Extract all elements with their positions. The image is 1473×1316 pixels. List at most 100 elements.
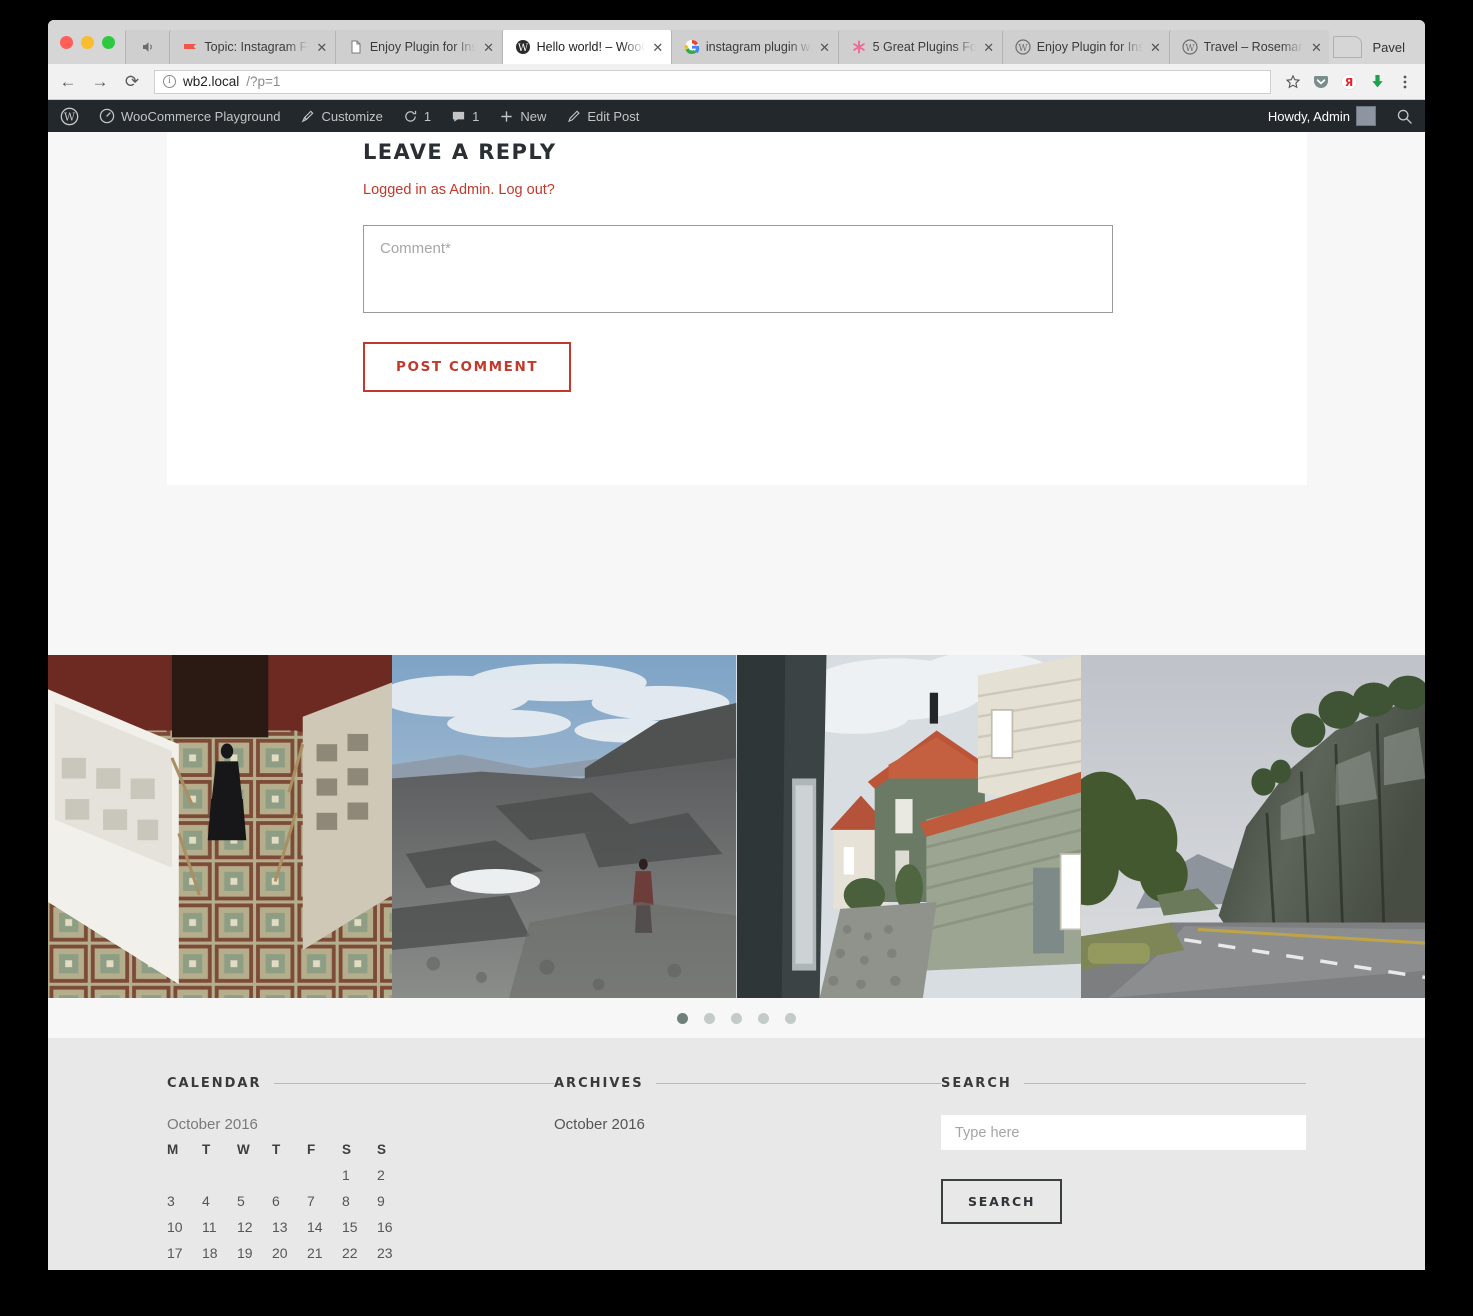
tab-audio-indicator[interactable] xyxy=(125,30,169,64)
calendar-caption: October 2016 xyxy=(167,1116,554,1133)
tab-topic-instagram[interactable]: Topic: Instagram Fe ✕ xyxy=(169,30,334,64)
tab-travel-rosemary[interactable]: W Travel – Rosemary ✕ xyxy=(1169,30,1330,64)
adminbar-wp-logo[interactable]: W xyxy=(50,100,89,132)
tab-close-icon[interactable]: ✕ xyxy=(982,41,996,54)
pocket-icon[interactable] xyxy=(1309,70,1333,94)
calendar-day: 23 xyxy=(377,1245,412,1270)
svg-text:W: W xyxy=(1018,44,1028,54)
calendar-day: 20 xyxy=(272,1245,307,1270)
adminbar-search-button[interactable] xyxy=(1386,100,1423,132)
google-icon xyxy=(684,39,700,55)
maximize-window-button[interactable] xyxy=(102,36,115,49)
search-input[interactable] xyxy=(941,1115,1306,1150)
tab-title: Enjoy Plugin for Inst xyxy=(1037,40,1143,54)
calendar-day: 21 xyxy=(307,1245,342,1270)
calendar-weekday: T xyxy=(202,1142,237,1167)
wordpress-logo-icon: W xyxy=(60,107,79,126)
gallery-dot-2[interactable] xyxy=(704,1013,715,1024)
post-comment-button[interactable]: POST COMMENT xyxy=(363,342,571,392)
calendar-day xyxy=(237,1167,272,1193)
archives-widget-title: ARCHIVES xyxy=(554,1076,644,1091)
calendar-week-row: 1 2 xyxy=(167,1167,412,1193)
profile-button[interactable]: Pavel xyxy=(1362,37,1415,58)
tab-title: Hello world! – WooC xyxy=(537,40,645,54)
adminbar-howdy-label: Howdy, Admin xyxy=(1268,110,1350,123)
tab-title: 5 Great Plugins For xyxy=(873,40,976,54)
gallery-dot-1[interactable] xyxy=(677,1013,688,1024)
comment-respond-section: LEAVE A REPLY Logged in as Admin. Log ou… xyxy=(167,132,1307,392)
adminbar-updates[interactable]: 1 xyxy=(393,100,441,132)
gallery-dot-4[interactable] xyxy=(758,1013,769,1024)
gallery-image-road-cliff[interactable] xyxy=(1081,655,1425,998)
adminbar-right-group: Howdy, Admin xyxy=(1258,100,1423,132)
calendar-day: 6 xyxy=(272,1193,307,1219)
card-bottom-spacer xyxy=(167,392,1307,485)
tab-close-icon[interactable]: ✕ xyxy=(818,41,832,54)
tab-close-icon[interactable]: ✕ xyxy=(651,41,665,54)
url-path: /?p=1 xyxy=(246,74,280,89)
omnibox-toolbar: ← → ⟳ i wb2.local/?p=1 Я xyxy=(48,64,1425,100)
calendar-widget-header: CALENDAR xyxy=(167,1076,554,1091)
tab-close-icon[interactable]: ✕ xyxy=(1309,41,1323,54)
calendar-weekday-row: M T W T F S S xyxy=(167,1142,412,1167)
address-bar[interactable]: i wb2.local/?p=1 xyxy=(154,70,1271,94)
calendar-day xyxy=(167,1167,202,1193)
adminbar-my-account[interactable]: Howdy, Admin xyxy=(1258,100,1386,132)
new-tab-button[interactable] xyxy=(1333,36,1362,58)
adminbar-edit-post[interactable]: Edit Post xyxy=(556,100,649,132)
adminbar-comments[interactable]: 1 xyxy=(441,100,489,132)
tab-close-icon[interactable]: ✕ xyxy=(315,41,329,54)
site-info-icon[interactable]: i xyxy=(163,75,176,88)
adminbar-new[interactable]: New xyxy=(489,100,556,132)
adminbar-edit-post-label: Edit Post xyxy=(587,110,639,123)
tab-close-icon[interactable]: ✕ xyxy=(1149,41,1163,54)
archives-widget-header: ARCHIVES xyxy=(554,1076,941,1091)
tab-enjoy-plugin-1[interactable]: Enjoy Plugin for Inst ✕ xyxy=(335,30,502,64)
gallery-image-mountain-hiker[interactable] xyxy=(392,655,736,998)
reload-button[interactable]: ⟳ xyxy=(118,68,146,96)
tab-google-search[interactable]: instagram plugin wo ✕ xyxy=(671,30,838,64)
asterisk-icon xyxy=(851,39,867,55)
page-viewport: LEAVE A REPLY Logged in as Admin. Log ou… xyxy=(48,132,1425,1270)
window-controls xyxy=(56,20,125,64)
calendar-day: 11 xyxy=(202,1219,237,1245)
download-icon[interactable] xyxy=(1365,70,1389,94)
back-button[interactable]: ← xyxy=(54,68,82,96)
chrome-menu-icon[interactable] xyxy=(1393,70,1417,94)
calendar-day: 1 xyxy=(342,1167,377,1193)
avatar xyxy=(1356,106,1376,126)
calendar-day: 13 xyxy=(272,1219,307,1245)
tab-5-great-plugins[interactable]: 5 Great Plugins For ✕ xyxy=(838,30,1002,64)
gallery-dot-5[interactable] xyxy=(785,1013,796,1024)
footer-widget-area: CALENDAR October 2016 M T W T F xyxy=(48,1038,1425,1270)
calendar-weekday: T xyxy=(272,1142,307,1167)
tab-hello-world[interactable]: W Hello world! – WooC ✕ xyxy=(502,30,671,64)
adminbar-customize[interactable]: Customize xyxy=(290,100,392,132)
minimize-window-button[interactable] xyxy=(81,36,94,49)
forward-button[interactable]: → xyxy=(86,68,114,96)
tab-close-icon[interactable]: ✕ xyxy=(482,41,496,54)
calendar-day: 19 xyxy=(237,1245,272,1270)
svg-text:W: W xyxy=(64,110,76,123)
calendar-day: 8 xyxy=(342,1193,377,1219)
list-item[interactable]: October 2016 xyxy=(554,1116,941,1133)
paintbrush-icon xyxy=(300,109,315,124)
adminbar-site-name-label: WooCommerce Playground xyxy=(121,110,280,123)
gallery-image-wooden-houses-street[interactable] xyxy=(737,655,1081,998)
tab-title: instagram plugin wo xyxy=(706,40,812,54)
wordpress-icon: W xyxy=(515,39,531,55)
tab-enjoy-plugin-2[interactable]: W Enjoy Plugin for Inst ✕ xyxy=(1002,30,1169,64)
logged-in-notice[interactable]: Logged in as Admin. Log out? xyxy=(363,182,1254,198)
adminbar-site-name[interactable]: WooCommerce Playground xyxy=(89,100,290,132)
close-window-button[interactable] xyxy=(60,36,73,49)
calendar-day xyxy=(202,1167,237,1193)
comment-input[interactable] xyxy=(363,225,1113,313)
yandex-icon[interactable]: Я xyxy=(1337,70,1361,94)
star-icon[interactable] xyxy=(1281,70,1305,94)
gallery-dot-3[interactable] xyxy=(731,1013,742,1024)
adminbar-new-label: New xyxy=(520,110,546,123)
gallery-image-museum-corridor[interactable] xyxy=(48,655,392,998)
tab-title: Enjoy Plugin for Inst xyxy=(370,40,476,54)
calendar-weekday: W xyxy=(237,1142,272,1167)
search-button[interactable]: SEARCH xyxy=(941,1179,1062,1224)
